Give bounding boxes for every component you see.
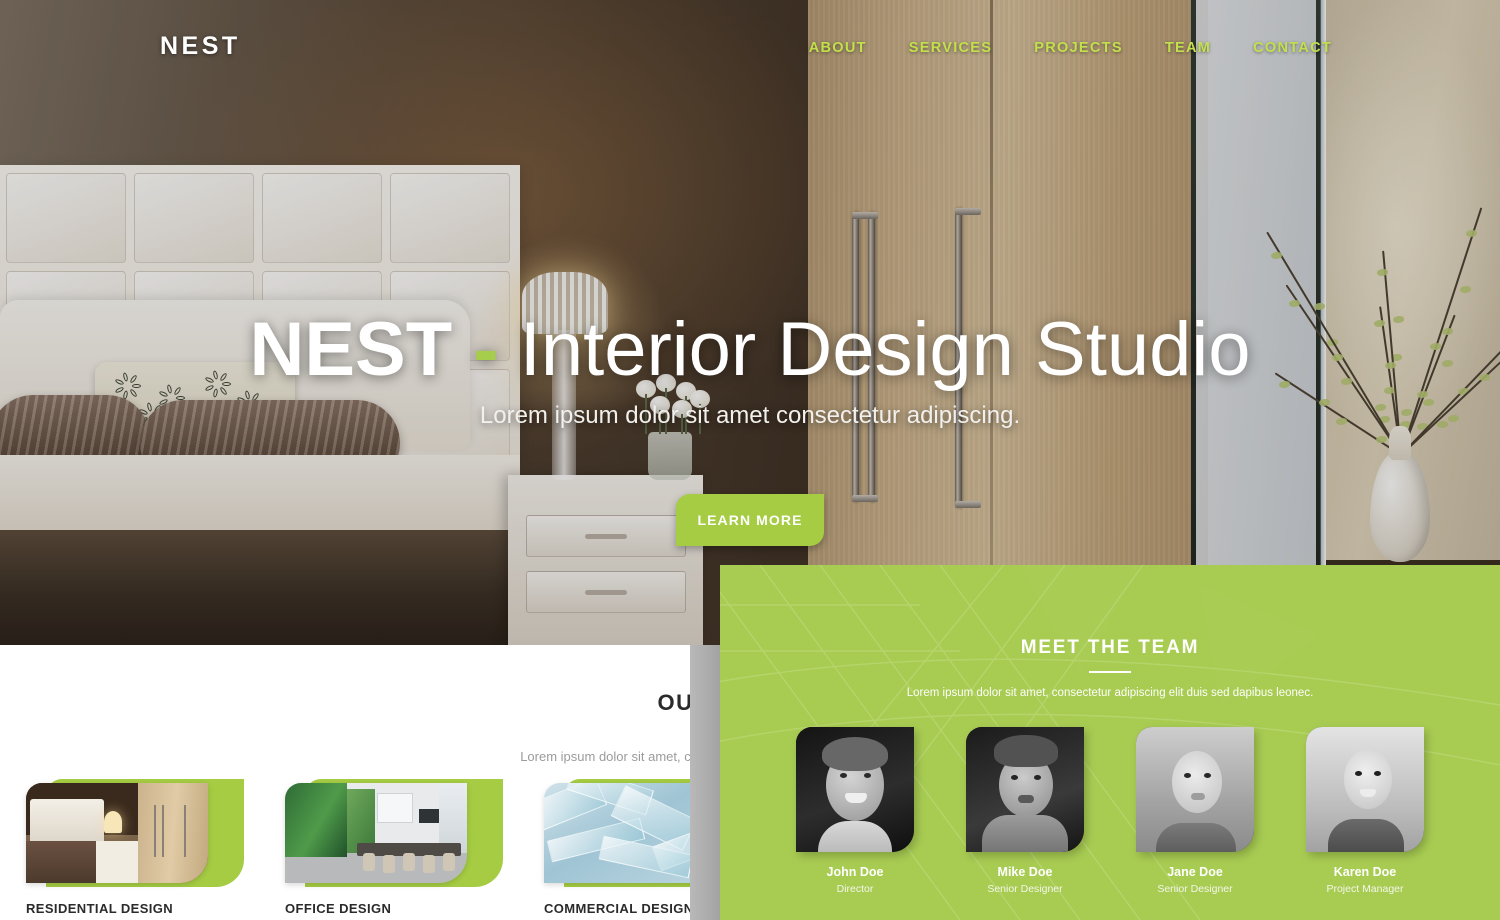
nav-item-about[interactable]: ABOUT [809,40,867,56]
team-member-photo [1306,727,1424,852]
team-member-role: Senior Designer [987,883,1063,895]
nav-item-services[interactable]: SERVICES [909,40,992,56]
team-member-name: Jane Doe [1167,865,1223,879]
hero-title-rest: Interior Design Studio [519,307,1251,392]
team-member-mike[interactable]: Mike Doe Senior Designer [956,727,1094,895]
hero-title-dash: - [473,307,499,392]
hero-section: NEST ABOUT SERVICES PROJECTS TEAM CONTAC… [0,0,1500,645]
team-heading: MEET THE TEAM [1020,637,1200,658]
team-divider [1089,671,1131,673]
team-member-name: John Doe [826,865,884,879]
learn-more-button[interactable]: LEARN MORE [676,494,824,546]
service-image-office [285,783,467,883]
team-member-photo [1136,727,1254,852]
nav-item-team[interactable]: TEAM [1165,40,1211,56]
team-member-role: Project Manager [1326,883,1404,895]
service-label-residential: RESIDENTIAL DESIGN [26,901,174,916]
team-member-john[interactable]: John Doe Director [786,727,924,895]
team-member-photo [966,727,1084,852]
team-member-list: John Doe Director Mike Doe Senior Design… [720,727,1500,895]
service-label-office: OFFICE DESIGN [285,901,392,916]
team-member-role: Senior Designer [1157,883,1233,895]
nav-item-contact[interactable]: CONTACT [1253,40,1332,56]
hero-title: NEST - Interior Design Studio [0,312,1500,388]
service-card-residential[interactable]: RESIDENTIAL DESIGN [26,779,259,916]
main-navigation: ABOUT SERVICES PROJECTS TEAM CONTACT [809,40,1332,56]
hero-subtitle: Lorem ipsum dolor sit amet consectetur a… [479,402,1021,429]
website-page: NEST ABOUT SERVICES PROJECTS TEAM CONTAC… [0,0,1500,920]
team-member-photo [796,727,914,852]
team-subheading: Lorem ipsum dolor sit amet, consectetur … [906,687,1314,699]
site-logo[interactable]: NEST [160,32,241,61]
team-member-name: Karen Doe [1333,865,1397,879]
hero-title-brand: NEST [249,307,453,392]
nav-item-projects[interactable]: PROJECTS [1034,40,1123,56]
team-member-name: Mike Doe [997,865,1053,879]
team-member-role: Director [836,883,874,895]
team-member-jane[interactable]: Jane Doe Senior Designer [1126,727,1264,895]
service-image-residential [26,783,208,883]
service-card-office[interactable]: OFFICE DESIGN [285,779,518,916]
team-section: MEET THE TEAM Lorem ipsum dolor sit amet… [720,565,1500,920]
team-member-karen[interactable]: Karen Doe Project Manager [1296,727,1434,895]
